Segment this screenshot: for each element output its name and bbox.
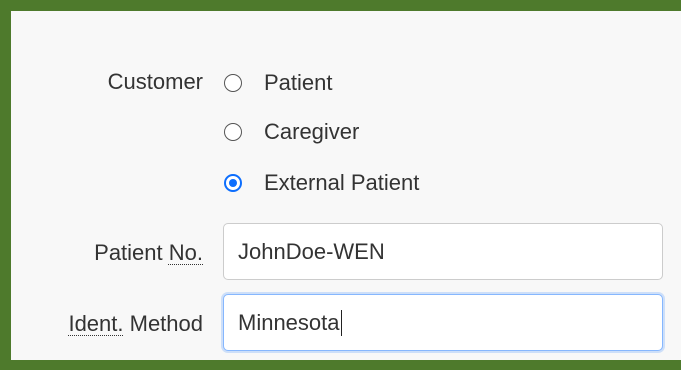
- radio-option-patient[interactable]: Patient: [224, 68, 333, 98]
- radio-external-patient-label[interactable]: External Patient: [264, 170, 419, 196]
- patient-no-label: Patient No.: [0, 240, 203, 266]
- patient-no-input[interactable]: JohnDoe-WEN: [223, 223, 663, 280]
- radio-patient-circle[interactable]: [224, 74, 242, 92]
- radio-option-external-patient[interactable]: External Patient: [224, 168, 419, 198]
- patient-no-value: JohnDoe-WEN: [238, 238, 385, 264]
- patient-no-label-abbr: No.: [168, 240, 203, 265]
- ident-method-label-abbr: Ident.: [68, 311, 124, 336]
- radio-caregiver-label[interactable]: Caregiver: [264, 119, 359, 145]
- patient-no-label-main: Patient: [94, 240, 169, 265]
- customer-label: Customer: [107, 69, 203, 94]
- radio-external-patient-circle[interactable]: [224, 174, 242, 192]
- ident-method-input[interactable]: Minnesota: [223, 294, 663, 351]
- ident-method-value: Minnesota: [238, 309, 340, 335]
- radio-caregiver-circle[interactable]: [224, 123, 242, 141]
- text-caret: [340, 309, 342, 336]
- radio-patient-label[interactable]: Patient: [264, 70, 333, 96]
- ident-method-label: Ident. Method: [0, 311, 203, 337]
- ident-method-label-main: Method: [123, 311, 203, 336]
- radio-option-caregiver[interactable]: Caregiver: [224, 117, 359, 147]
